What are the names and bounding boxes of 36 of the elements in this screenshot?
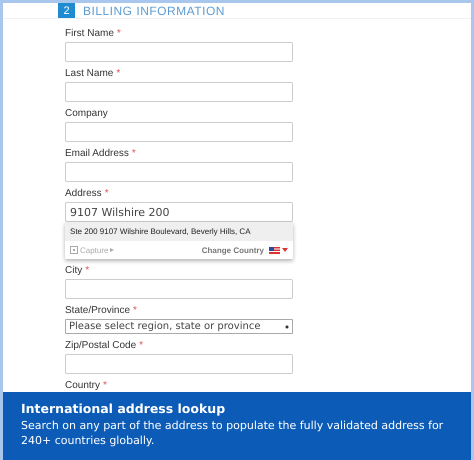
required-marker: * [132, 148, 136, 159]
text-field[interactable] [65, 354, 293, 374]
field-label: Email Address [65, 148, 129, 159]
field-label: Country [65, 380, 100, 391]
banner-text: Search on any part of the address to populate the fully validated address for 240+ countries globally. [21, 418, 444, 448]
flag-icon[interactable] [269, 246, 280, 254]
caret-icon[interactable] [282, 248, 288, 252]
suggestion-item[interactable]: Ste 200 9107 Wilshire Boulevard, Beverly Hills, CA [65, 222, 293, 241]
field-label: Zip/Postal Code [65, 340, 136, 351]
required-marker: * [133, 305, 137, 316]
section-title: BILLING INFORMATION [83, 4, 225, 18]
required-marker: * [104, 188, 109, 199]
text-field[interactable] [65, 42, 293, 62]
banner-title: International address lookup [21, 401, 226, 416]
field-label: Address [65, 188, 102, 199]
required-marker: * [116, 68, 120, 79]
select-field[interactable]: Please select region, state or province [65, 319, 293, 334]
capture-icon [70, 246, 78, 254]
text-field[interactable] [65, 82, 293, 102]
required-marker: * [103, 380, 107, 391]
required-marker: * [116, 28, 121, 39]
text-field[interactable] [65, 122, 293, 142]
caret-icon [110, 248, 114, 252]
change-country-link[interactable]: Change Country [202, 246, 264, 254]
dropdown-icon [285, 324, 289, 328]
field-label: Company [65, 108, 108, 119]
field-label: Last Name [65, 68, 114, 79]
required-marker: * [85, 265, 90, 276]
text-field[interactable] [65, 162, 293, 182]
required-marker: * [139, 340, 144, 351]
field-label: First Name [65, 28, 114, 39]
field-label: City [65, 265, 82, 276]
text-field[interactable]: 9107 Wilshire 200 [65, 202, 293, 222]
field-label: State/Province [65, 305, 130, 316]
step-badge: 2 [58, 3, 75, 18]
text-field[interactable] [65, 279, 293, 299]
